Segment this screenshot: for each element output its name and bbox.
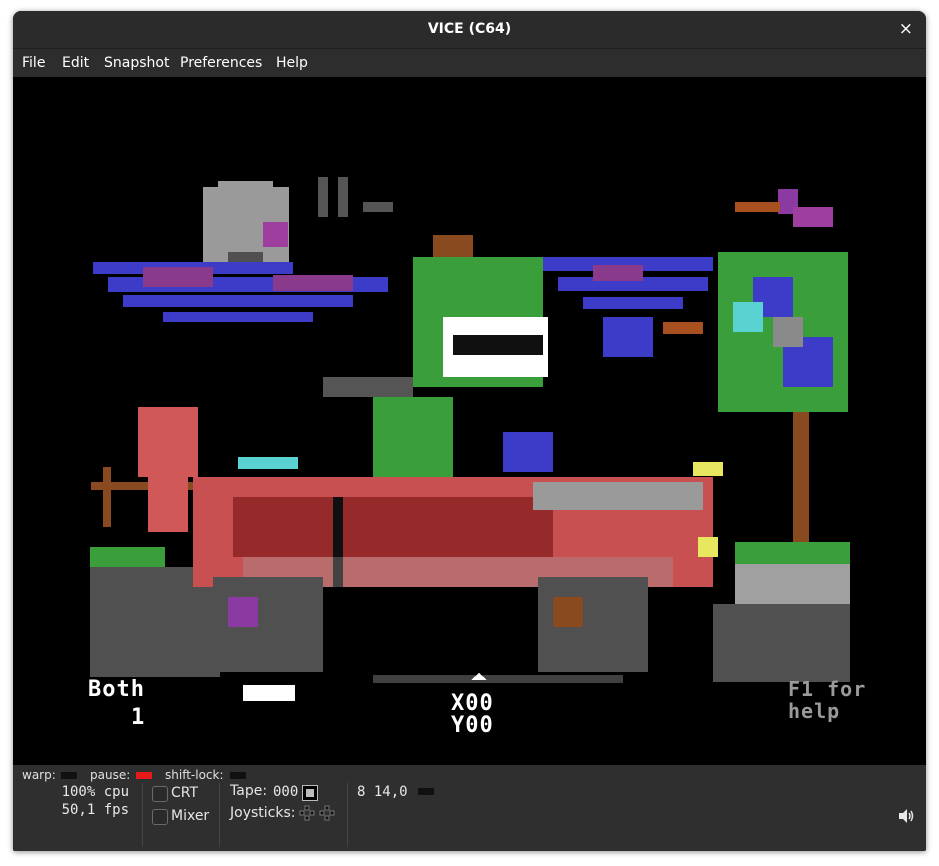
drive-status: 8 14,0 xyxy=(357,784,408,800)
hud-mode-label: Both xyxy=(88,677,145,702)
dino-hat xyxy=(433,235,473,257)
separator xyxy=(219,783,220,847)
music-notes xyxy=(318,177,328,217)
hud-player-number: 1 xyxy=(131,705,146,730)
title-bar[interactable]: VICE (C64) × xyxy=(13,11,926,48)
hud-help-line2: help xyxy=(788,699,841,723)
left-foliage xyxy=(93,262,388,322)
speaker-icon[interactable] xyxy=(898,808,916,824)
hud-help-line1: F1 for xyxy=(788,677,867,701)
tree-canopy xyxy=(718,252,848,412)
drive-led xyxy=(418,788,434,795)
warp-label: warp: xyxy=(22,768,56,782)
status-bar: warp: pause: shift-lock: 100% cpu 50,1 f… xyxy=(13,765,926,851)
mixer-checkbox[interactable] xyxy=(152,809,168,825)
menu-help[interactable]: Help xyxy=(276,49,308,77)
menu-file[interactable]: File xyxy=(22,49,45,77)
fps-value: 50,1 fps xyxy=(61,802,129,818)
menu-edit[interactable]: Edit xyxy=(62,49,89,77)
right-grass xyxy=(735,542,850,564)
pig xyxy=(138,407,198,477)
mixer-label: Mixer xyxy=(171,808,210,824)
vice-window: VICE (C64) × File Edit Snapshot Preferen… xyxy=(13,11,926,851)
cpu-usage: 100% cpu xyxy=(61,784,129,800)
game-artwork xyxy=(90,177,850,701)
dino-arm xyxy=(323,377,413,397)
emulator-screen[interactable]: Both 1 X00 Y00 F1 for help xyxy=(13,77,926,765)
warp-led xyxy=(61,772,77,779)
shift-lock-led xyxy=(230,772,246,779)
joystick-icon xyxy=(299,805,335,821)
shift-lock-label: shift-lock: xyxy=(165,768,224,782)
car xyxy=(193,432,723,587)
hud-bar xyxy=(243,685,295,701)
pause-label: pause: xyxy=(90,768,131,782)
menu-snapshot[interactable]: Snapshot xyxy=(104,49,169,77)
separator xyxy=(142,783,143,847)
crt-checkbox[interactable] xyxy=(152,786,168,802)
tree-trunk xyxy=(793,397,809,547)
window-title: VICE (C64) xyxy=(427,21,512,37)
menu-bar: File Edit Snapshot Preferences Help xyxy=(13,48,926,78)
crt-label: CRT xyxy=(171,785,199,801)
tape-control-icon[interactable] xyxy=(302,785,318,801)
joysticks-label: Joysticks: xyxy=(230,805,296,821)
left-grass xyxy=(90,547,165,567)
pause-led xyxy=(136,772,152,779)
menu-preferences[interactable]: Preferences xyxy=(180,49,262,77)
right-rocks xyxy=(735,564,850,604)
close-icon[interactable]: × xyxy=(899,11,913,48)
tape-counter: 000 xyxy=(273,784,299,800)
separator xyxy=(347,783,348,847)
hud-y-coordinate: Y00 xyxy=(451,713,494,738)
road xyxy=(373,675,623,683)
tape-label: Tape: xyxy=(230,783,268,799)
